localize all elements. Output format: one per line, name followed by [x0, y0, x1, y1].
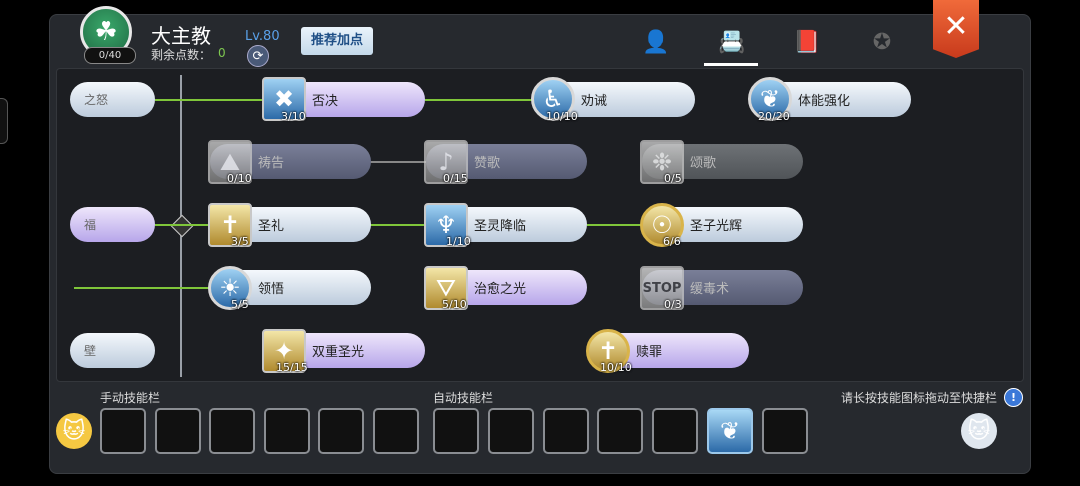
skill-name: 领悟	[258, 282, 285, 297]
manual-skill-slot[interactable]	[209, 408, 255, 454]
skill-level-count: 20/20	[758, 110, 790, 123]
skill-level-count: 3/5	[231, 235, 249, 248]
active-tab-indicator	[704, 63, 758, 66]
skill-link	[74, 287, 210, 289]
skill-level-count: 15/15	[276, 361, 308, 374]
skill-name: 祷告	[258, 156, 285, 171]
manual-skill-slot[interactable]	[155, 408, 201, 454]
skill-name: 之怒	[84, 93, 109, 107]
recommend-points-button[interactable]: 推荐加点	[301, 27, 373, 55]
skill-level-count: 10/10	[546, 110, 578, 123]
class-name: 大主教	[151, 24, 211, 48]
tab-book-icon[interactable]: 📕	[789, 26, 825, 58]
tab-skill-book-icon[interactable]: 📇	[714, 26, 750, 58]
tab-character-icon[interactable]: 👤	[638, 26, 674, 58]
manual-skill-bar-label: 手动技能栏	[100, 391, 161, 405]
skill-level-count: 5/10	[442, 298, 467, 311]
skill-link	[155, 224, 209, 226]
level-label: Lv.80	[245, 29, 280, 44]
skill-link	[370, 224, 426, 226]
skill-name: 否决	[312, 94, 339, 109]
skill-name: 劝诫	[581, 94, 608, 109]
skill-name: 颂歌	[690, 156, 717, 171]
skill-level-count: 1/10	[446, 235, 471, 248]
remaining-points-label: 剩余点数：	[151, 48, 212, 62]
skill-name: 圣礼	[258, 219, 285, 234]
skill-name: 双重圣光	[312, 345, 365, 360]
skill-pill-edge[interactable]: 之怒	[70, 82, 155, 117]
skill-pill-edge[interactable]: 福	[70, 207, 155, 242]
close-icon: ✕	[943, 8, 969, 44]
auto-skill-slot[interactable]	[652, 408, 698, 454]
reset-points-icon[interactable]: ⟳	[247, 45, 269, 67]
skill-level-count: 6/6	[663, 235, 681, 248]
skill-level-count: 10/10	[600, 361, 632, 374]
remaining-points-value: 0	[218, 46, 226, 60]
skill-link	[425, 99, 535, 101]
skill-name: 赞歌	[474, 156, 501, 171]
manual-skill-slot[interactable]	[318, 408, 364, 454]
tab-emblem-icon[interactable]: ✪	[864, 26, 900, 58]
pet-cat-icon[interactable]: 🐱	[56, 413, 92, 449]
skill-name: 壁	[84, 344, 97, 358]
skill-level-count: 0/10	[227, 172, 252, 185]
skill-level-count: 0/5	[664, 172, 682, 185]
skill-link	[155, 99, 263, 101]
auto-skill-slot-body-aura-icon[interactable]: ❦	[707, 408, 753, 454]
skill-level-count: 5/5	[231, 298, 249, 311]
stop-icon-text: STOP	[642, 280, 682, 296]
pet-cat-icon[interactable]: 🐱	[961, 413, 997, 449]
points-badge: 0/40	[84, 47, 136, 64]
auto-skill-slot[interactable]	[762, 408, 808, 454]
auto-skill-slot[interactable]	[488, 408, 534, 454]
auto-skill-slot[interactable]	[597, 408, 643, 454]
skill-name: 赎罪	[636, 345, 663, 360]
drag-hint-text: 请长按技能图标拖动至快捷栏	[841, 391, 998, 405]
manual-skill-slot[interactable]	[100, 408, 146, 454]
skill-name: 圣子光辉	[690, 219, 743, 234]
skill-name: 福	[84, 218, 97, 232]
skill-level-count: 0/15	[443, 172, 468, 185]
manual-skill-slot[interactable]	[264, 408, 310, 454]
close-button[interactable]: ✕	[933, 0, 979, 58]
auto-skill-bar-label: 自动技能栏	[433, 391, 494, 405]
skill-name: 圣灵降临	[474, 219, 527, 234]
skill-name: 体能强化	[798, 94, 851, 109]
skill-level-count: 0/3	[664, 298, 682, 311]
skill-name: 缓毒术	[690, 282, 730, 297]
auto-skill-slot[interactable]	[433, 408, 479, 454]
skill-name: 治愈之光	[474, 282, 527, 297]
side-handle[interactable]	[0, 98, 8, 144]
skill-link	[370, 161, 426, 163]
info-icon[interactable]: !	[1004, 388, 1023, 407]
skill-pill-edge[interactable]: 壁	[70, 333, 155, 368]
skill-level-count: 3/10	[281, 110, 306, 123]
skill-link	[587, 224, 643, 226]
manual-skill-slot[interactable]	[373, 408, 419, 454]
auto-skill-slot[interactable]	[543, 408, 589, 454]
